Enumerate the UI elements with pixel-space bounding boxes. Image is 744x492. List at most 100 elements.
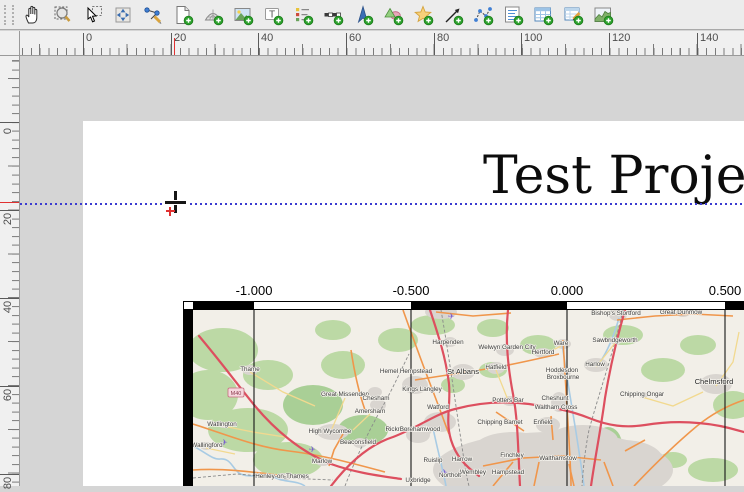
vruler-label: 0	[2, 122, 14, 140]
add-shape-icon[interactable]	[378, 2, 408, 28]
hruler-tick	[521, 33, 522, 55]
shapes-icon	[382, 4, 404, 26]
map-town-label: Wallingford	[193, 442, 223, 449]
add-north-arrow-icon[interactable]	[348, 2, 378, 28]
north-arrow-icon	[352, 4, 374, 26]
map-town-label: Chesham	[363, 395, 390, 402]
map-town-label: Finchley	[500, 452, 524, 459]
map-grid-label: -1.000	[236, 283, 273, 298]
map-town-label: Potters Bar	[492, 397, 524, 404]
hruler-label: 40	[261, 33, 273, 44]
map-town-label: Amersham	[355, 408, 385, 415]
map-frame-corner	[183, 301, 194, 310]
map-town-label: Waltham Cross	[535, 404, 578, 411]
map-town-label: Henley-on-Thames	[255, 473, 309, 480]
scalebar-icon	[322, 4, 344, 26]
map-town-label: Borehamwood	[400, 426, 441, 433]
add-legend-icon[interactable]	[288, 2, 318, 28]
map-frame-top	[183, 301, 744, 310]
snap-guide-line	[20, 203, 744, 205]
vruler-label: 60	[2, 386, 14, 404]
map-frame-segment	[254, 302, 411, 309]
picture-landscape-icon	[232, 4, 254, 26]
fixed-table-pencil-icon	[562, 4, 584, 26]
toolbar-drag-handle[interactable]	[4, 5, 14, 25]
map-town-label: Uxbridge	[405, 477, 431, 484]
select-arrow-icon	[82, 4, 104, 26]
vruler-label: 40	[2, 298, 14, 316]
zoom-magnifier-icon	[52, 4, 74, 26]
horizontal-ruler[interactable]	[0, 31, 744, 56]
map-town-label: Watford	[427, 404, 449, 411]
hruler-minor-ticks	[22, 48, 744, 55]
hruler-tick	[434, 33, 435, 55]
add-3d-map-icon[interactable]	[198, 2, 228, 28]
hruler-label: 20	[174, 33, 186, 44]
add-html-icon[interactable]	[498, 2, 528, 28]
map-town-label: Walthamstow	[539, 455, 577, 462]
select-move-item-icon[interactable]	[78, 2, 108, 28]
map-town-label: Sawbridgeworth	[592, 337, 638, 344]
vruler-cursor-marker	[0, 202, 19, 203]
edit-nodes-item-icon[interactable]	[138, 2, 168, 28]
map-town-label: Chipping Barnet	[477, 419, 522, 426]
mesh-dome-icon	[202, 4, 224, 26]
qgis-layout-window: { "toolbar": { "icons": ["drag-handle","…	[0, 0, 744, 486]
vruler-minor-ticks	[12, 56, 19, 486]
hruler-label: 60	[349, 33, 361, 44]
add-page-sheet-icon	[172, 4, 194, 26]
map-town-label: Welwyn Garden City	[478, 344, 536, 351]
add-arrow-icon[interactable]	[438, 2, 468, 28]
map-town-label: Hoddesdon	[546, 367, 579, 374]
hruler-label: 0	[86, 33, 92, 44]
hruler-tick	[346, 33, 347, 55]
map-town-label: Harlow	[585, 361, 605, 368]
star-marker-icon	[412, 4, 434, 26]
motorway-shield-label: M40	[231, 391, 242, 397]
hruler-label: 140	[700, 33, 718, 44]
map-town-label: Bishop's Stortford	[591, 310, 641, 317]
hruler-label: 100	[524, 33, 542, 44]
vertical-ruler[interactable]: 0 20 40 60 80	[0, 56, 20, 486]
add-fixed-table-icon[interactable]	[558, 2, 588, 28]
pan-tool-icon[interactable]	[18, 2, 48, 28]
add-node-item-icon[interactable]	[468, 2, 498, 28]
map-town-label: Marlow	[312, 458, 333, 465]
add-attribute-table-icon[interactable]	[528, 2, 558, 28]
add-picture-icon[interactable]	[228, 2, 258, 28]
zoom-tool-icon[interactable]	[48, 2, 78, 28]
map-town-label: Hampstead	[492, 469, 525, 476]
hruler-tick	[258, 33, 259, 55]
map-town-label: Ware	[554, 340, 569, 347]
hruler-tick	[171, 33, 172, 55]
hruler-tick	[609, 33, 610, 55]
ruler-corner	[0, 31, 20, 56]
hruler-label: 120	[612, 33, 630, 44]
map-town-label: Harrow	[452, 456, 473, 463]
map-grid-label: 0.000	[551, 283, 584, 298]
layout-toolbar: T	[0, 0, 744, 30]
elevation-chart-icon	[592, 4, 614, 26]
map-town-label: Hemel Hempstead	[380, 368, 433, 375]
map-town-label: Watlington	[207, 421, 237, 428]
motorway-shield: M40	[228, 388, 244, 397]
hruler-label: 80	[437, 33, 449, 44]
hruler-tick	[83, 33, 84, 55]
attribute-table-icon	[532, 4, 554, 26]
map-town-label: Chipping Ongar	[620, 391, 664, 398]
add-marker-icon[interactable]	[408, 2, 438, 28]
map-item[interactable]: M40 ✈ ✈ ✈ ✈ Thame Watlington Wallingford…	[193, 310, 744, 486]
vruler-label: 80	[2, 474, 14, 492]
map-grid-label: 0.500	[709, 283, 742, 298]
label-T-icon: T	[262, 4, 284, 26]
add-elevation-profile-icon[interactable]	[588, 2, 618, 28]
move-item-content-icon[interactable]	[108, 2, 138, 28]
cursor-red-marker	[166, 210, 175, 212]
add-label-icon[interactable]: T	[258, 2, 288, 28]
page-title-item[interactable]: Test Projec	[483, 146, 744, 206]
airport-icon: ✈	[448, 312, 455, 321]
legend-list-icon	[292, 4, 314, 26]
add-scalebar-icon[interactable]	[318, 2, 348, 28]
map-town-label: High Wycombe	[309, 428, 352, 435]
add-page-icon[interactable]	[168, 2, 198, 28]
